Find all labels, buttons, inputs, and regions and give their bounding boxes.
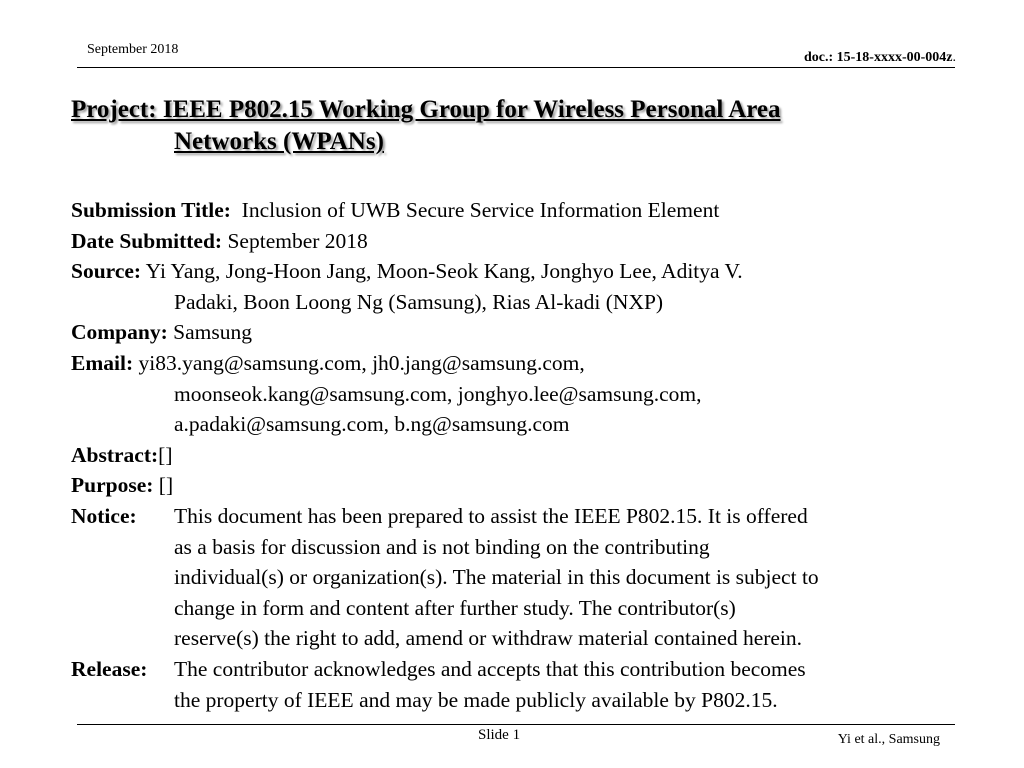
notice-line: reserve(s) the right to add, amend or wi… (174, 626, 803, 651)
date-label: Date Submitted: (71, 228, 223, 253)
doc-id-text: doc.: 15-18-xxxx-00-004z (803, 50, 953, 65)
source-line-2: Padaki, Boon Loong Ng (Samsung), Rias Al… (174, 289, 664, 314)
email-line-2: moonseok.kang@samsung.com, jonghyo.lee@s… (174, 381, 702, 406)
notice-line: change in form and content after further… (174, 595, 736, 620)
release-line: the property of IEEE and may be made pub… (174, 687, 778, 712)
release-row: Release: The contributor acknowledges an… (71, 654, 961, 715)
purpose-label: Purpose: (71, 473, 154, 498)
company-label: Company: (71, 320, 168, 345)
submission-title-label: Submission Title: (71, 198, 231, 222)
submission-title-value: Inclusion of UWB Secure Service Informat… (241, 198, 720, 222)
title-line-2-text: Networks (WPANs) (174, 128, 384, 155)
purpose-row: Purpose: [] (71, 470, 961, 501)
header-date: September 2018 (87, 42, 179, 57)
slide-number: Slide 1 (478, 727, 521, 743)
date-row: Date Submitted: September 2018 (71, 226, 961, 257)
abstract-value: [] (158, 442, 173, 467)
notice-text: This document has been prepared to assis… (174, 501, 961, 654)
source-label: Source: (71, 259, 142, 284)
abstract-label: Abstract: (71, 442, 159, 467)
company-value: Samsung (173, 320, 252, 345)
date-value: September 2018 (227, 228, 368, 253)
submission-title-row: Submission Title: Inclusion of UWB Secur… (71, 195, 961, 226)
notice-line: individual(s) or organization(s). The ma… (174, 565, 819, 590)
source-row: Source: Yi Yang, Jong-Hoon Jang, Moon-Se… (71, 256, 961, 317)
slide-title: Project: IEEE P802.15 Working Group for … (71, 94, 951, 158)
title-line-1: Project: IEEE P802.15 Working Group for … (71, 96, 781, 123)
release-text: The contributor acknowledges and accepts… (174, 654, 961, 715)
title-line-2: Networks (WPANs) (71, 126, 951, 158)
slide-body: Submission Title: Inclusion of UWB Secur… (71, 195, 961, 715)
release-label: Release: (71, 656, 148, 681)
doc-id-suffix: . (952, 50, 957, 65)
release-line: The contributor acknowledges and accepts… (174, 656, 806, 681)
purpose-value: [] (158, 473, 174, 498)
footer-divider (77, 724, 955, 725)
email-label: Email: (71, 350, 134, 375)
source-line-1: Yi Yang, Jong-Hoon Jang, Moon-Seok Kang,… (145, 259, 743, 284)
notice-line: This document has been prepared to assis… (174, 503, 808, 528)
notice-line: as a basis for discussion and is not bin… (174, 534, 710, 559)
email-row: Email: yi83.yang@samsung.com, jh0.jang@s… (71, 348, 961, 440)
email-line-3: a.padaki@samsung.com, b.ng@samsung.com (174, 412, 570, 437)
notice-label: Notice: (71, 503, 137, 528)
company-row: Company: Samsung (71, 317, 961, 348)
header-divider (77, 67, 955, 68)
email-line-1: yi83.yang@samsung.com, jh0.jang@samsung.… (138, 350, 585, 375)
header-doc-id: doc.: 15-18-xxxx-00-004z. (804, 50, 956, 66)
notice-row: Notice: This document has been prepared … (71, 501, 961, 654)
footer-author: Yi et al., Samsung (837, 732, 940, 747)
abstract-row: Abstract:[] (71, 440, 961, 471)
